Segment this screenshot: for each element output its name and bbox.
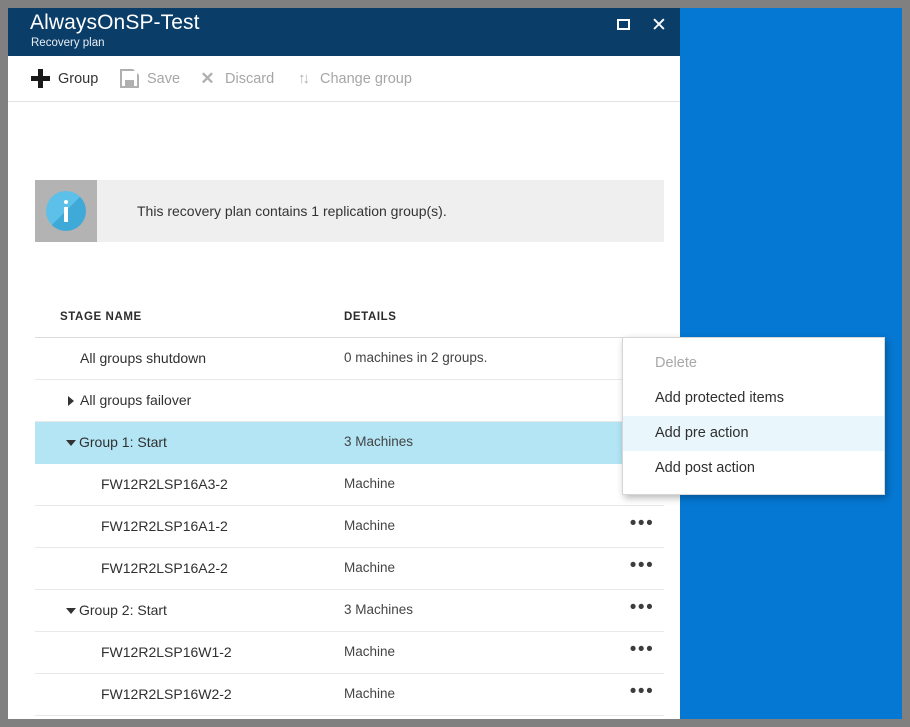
info-banner-message: This recovery plan contains 1 replicatio… <box>137 203 447 219</box>
table-row[interactable]: FW12R2LSP16W1-2 Machine ••• <box>35 632 664 674</box>
row-details: 3 Machines <box>344 602 414 617</box>
row-stage-name: FW12R2LSP16W2-2 <box>101 686 232 702</box>
table-row[interactable]: Group 1: Start3 Machines••• <box>35 422 664 464</box>
save-floppy-icon <box>120 69 139 88</box>
row-details: 0 machines in 2 groups. <box>344 350 488 365</box>
app-window: AlwaysOnSP-Test Recovery plan ✕ Group Sa… <box>0 0 910 727</box>
discard-label: Discard <box>225 70 275 87</box>
table-row[interactable]: FW12R2LSP16W3-2Machine••• <box>35 716 664 719</box>
add-group-label: Group <box>58 70 99 87</box>
info-icon <box>46 191 86 231</box>
command-bar: Group Save ✕ Discard ↑↓ Change group <box>8 56 680 102</box>
table-body: All groups shutdown 0 machines in 2 group… <box>35 338 664 719</box>
table-row[interactable]: Group 2: Start 3 Machines ••• <box>35 590 664 632</box>
page-title: AlwaysOnSP-Test <box>30 11 200 34</box>
row-more-options-button[interactable]: ••• <box>626 682 658 706</box>
row-details: Machine <box>344 518 396 533</box>
row-details: Machine <box>344 686 396 701</box>
column-header-details: DETAILS <box>344 311 397 323</box>
row-details: Machine <box>344 644 396 659</box>
row-stage-name: Group 2: Start <box>79 602 167 618</box>
table-row[interactable]: FW12R2LSP16W2-2 Machine ••• <box>35 674 664 716</box>
recovery-plan-blade: AlwaysOnSP-Test Recovery plan ✕ Group Sa… <box>8 8 680 719</box>
row-stage-name: All groups failover <box>80 392 192 408</box>
title-bar: AlwaysOnSP-Test Recovery plan ✕ <box>8 8 680 56</box>
table-row[interactable]: All groups failover••• <box>35 380 664 422</box>
row-details: 3 Machines <box>344 434 414 449</box>
row-stage-name: All groups shutdown <box>80 350 207 366</box>
swap-arrows-icon: ↑↓ <box>298 70 310 87</box>
close-window-icon: ✕ <box>651 15 667 36</box>
context-menu-item-add-protected-items[interactable]: Add protected items <box>623 381 884 416</box>
row-more-options-button[interactable]: ••• <box>626 598 658 622</box>
row-stage-name: Group 1: Start <box>79 434 167 450</box>
column-header-stage-name: STAGE NAME <box>60 311 142 323</box>
info-banner: This recovery plan contains 1 replicatio… <box>35 180 664 242</box>
restore-window-button[interactable] <box>612 14 638 38</box>
info-icon-container <box>35 180 97 242</box>
chevron-down-icon[interactable] <box>66 440 76 446</box>
chevron-right-icon[interactable] <box>68 396 74 406</box>
row-details: Machine <box>344 560 396 575</box>
row-stage-name: FW12R2LSP16A2-2 <box>101 560 228 576</box>
blade-content: This recovery plan contains 1 replicatio… <box>8 102 680 719</box>
row-more-options-button[interactable]: ••• <box>626 556 658 580</box>
row-stage-name: FW12R2LSP16W1-2 <box>101 644 232 660</box>
row-stage-name: FW12R2LSP16A1-2 <box>101 518 228 534</box>
discard-button[interactable]: ✕ Discard <box>198 56 274 101</box>
row-details: Machine <box>344 476 396 491</box>
plus-icon <box>31 69 50 88</box>
save-label: Save <box>147 70 181 87</box>
change-group-button[interactable]: ↑↓ Change group <box>293 56 412 101</box>
page-subtitle: Recovery plan <box>31 37 105 49</box>
chevron-down-icon[interactable] <box>66 608 76 614</box>
row-stage-name: FW12R2LSP16A3-2 <box>101 476 228 492</box>
close-window-button[interactable]: ✕ <box>646 14 672 38</box>
context-menu-item-add-pre-action[interactable]: Add pre action <box>623 416 884 451</box>
save-button[interactable]: Save <box>120 56 180 101</box>
context-menu-item-add-post-action[interactable]: Add post action <box>623 451 884 486</box>
table-row[interactable]: FW12R2LSP16A3-2Machine••• <box>35 464 664 506</box>
restore-window-icon <box>617 19 630 30</box>
row-more-options-button[interactable]: ••• <box>626 640 658 664</box>
context-menu-item-delete: Delete <box>655 355 697 371</box>
stages-table: STAGE NAME DETAILS All groups shutdown 0 … <box>35 299 664 719</box>
add-group-button[interactable]: Group <box>31 56 98 101</box>
table-row[interactable]: FW12R2LSP16A2-2 Machine ••• <box>35 548 664 590</box>
table-header-row: STAGE NAME DETAILS <box>35 299 664 338</box>
change-group-label: Change group <box>320 70 412 87</box>
row-more-options-button[interactable]: ••• <box>626 514 658 538</box>
row-context-menu: Delete Add protected items Add pre action A… <box>622 337 885 495</box>
table-row[interactable]: All groups shutdown 0 machines in 2 group… <box>35 338 664 380</box>
table-row[interactable]: FW12R2LSP16A1-2 Machine ••• <box>35 506 664 548</box>
close-x-icon: ✕ <box>200 69 215 88</box>
